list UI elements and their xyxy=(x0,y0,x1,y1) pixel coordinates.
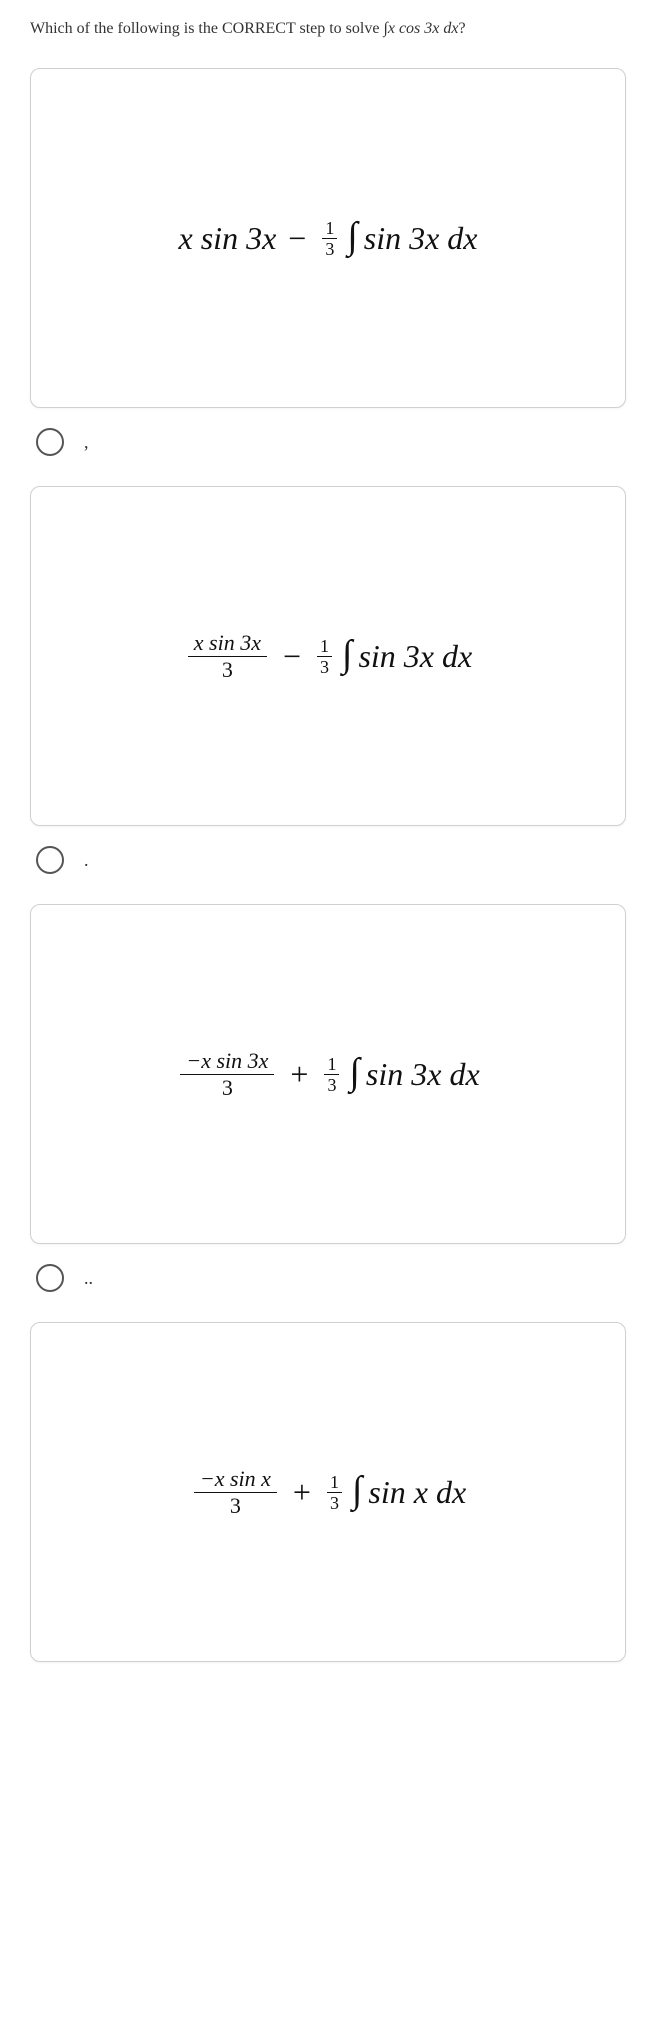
question-text: Which of the following is the CORRECT st… xyxy=(30,20,626,38)
radio-option-1[interactable] xyxy=(36,428,64,456)
lhs-frac: x sin 3x 3 xyxy=(188,632,267,681)
int-body: sin 3x dx xyxy=(358,638,472,675)
integral-sign: ∫ xyxy=(342,632,352,676)
radio-option-3[interactable] xyxy=(36,1264,64,1292)
radio-row: .. xyxy=(30,1264,626,1292)
lhs-frac: −x sin 3x 3 xyxy=(180,1050,274,1099)
question-suffix: ? xyxy=(458,20,465,37)
option-1: x sin 3x − 1 3 ∫ sin 3x dx , xyxy=(30,68,626,456)
option-4: −x sin x 3 + 1 3 ∫ sin x dx xyxy=(30,1322,626,1662)
coef-frac: 1 3 xyxy=(327,1473,342,1512)
radio-option-2[interactable] xyxy=(36,846,64,874)
question-integral: ∫x cos 3x dx xyxy=(383,20,458,37)
int-body: sin 3x dx xyxy=(364,220,478,257)
sign: + xyxy=(287,1474,317,1511)
sign: − xyxy=(277,638,307,675)
option-card: x sin 3x 3 − 1 3 ∫ sin 3x dx xyxy=(30,486,626,826)
lhs-plain: x sin 3x xyxy=(179,220,277,257)
int-body: sin x dx xyxy=(368,1474,466,1511)
option-label: . xyxy=(84,850,89,871)
coef-frac: 1 3 xyxy=(324,1055,339,1094)
option-card: x sin 3x − 1 3 ∫ sin 3x dx xyxy=(30,68,626,408)
option-card: −x sin x 3 + 1 3 ∫ sin x dx xyxy=(30,1322,626,1662)
option-card: −x sin 3x 3 + 1 3 ∫ sin 3x dx xyxy=(30,904,626,1244)
formula: −x sin 3x 3 + 1 3 ∫ sin 3x dx xyxy=(176,1050,479,1099)
option-label: .. xyxy=(84,1268,93,1289)
int-body: sin 3x dx xyxy=(366,1056,480,1093)
integral-sign: ∫ xyxy=(347,214,357,258)
formula: x sin 3x − 1 3 ∫ sin 3x dx xyxy=(179,216,478,260)
integral-sign: ∫ xyxy=(352,1468,362,1512)
radio-row: . xyxy=(30,846,626,874)
option-label: , xyxy=(84,432,89,453)
coef-frac: 1 3 xyxy=(317,637,332,676)
radio-row: , xyxy=(30,428,626,456)
formula: x sin 3x 3 − 1 3 ∫ sin 3x dx xyxy=(184,632,472,681)
quiz-container: Which of the following is the CORRECT st… xyxy=(0,0,656,1712)
integral-sign: ∫ xyxy=(349,1050,359,1094)
sign: − xyxy=(282,220,312,257)
option-3: −x sin 3x 3 + 1 3 ∫ sin 3x dx .. xyxy=(30,904,626,1292)
option-2: x sin 3x 3 − 1 3 ∫ sin 3x dx . xyxy=(30,486,626,874)
question-prefix: Which of the following is the CORRECT st… xyxy=(30,20,383,37)
lhs-frac: −x sin x 3 xyxy=(194,1468,277,1517)
sign: + xyxy=(284,1056,314,1093)
coef-frac: 1 3 xyxy=(322,219,337,258)
formula: −x sin x 3 + 1 3 ∫ sin x dx xyxy=(190,1468,466,1517)
